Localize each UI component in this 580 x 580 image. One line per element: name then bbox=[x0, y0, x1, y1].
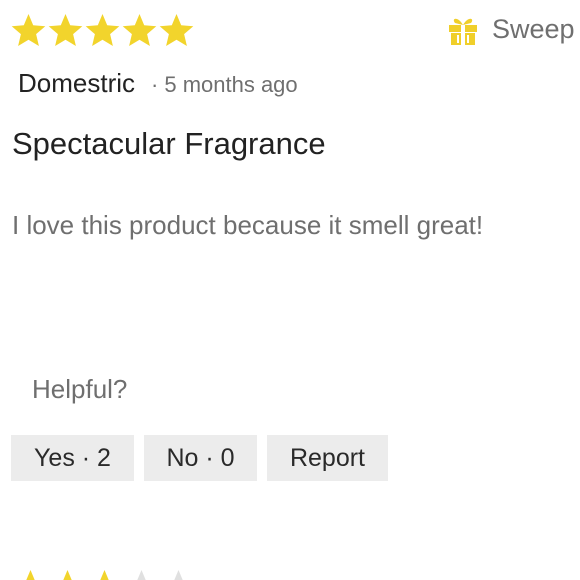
report-button[interactable]: Report bbox=[267, 435, 388, 481]
star-icon bbox=[100, 570, 109, 580]
rating-stars bbox=[10, 12, 195, 49]
helpful-prompt: Helpful? bbox=[32, 374, 128, 404]
star-icon bbox=[11, 14, 46, 46]
sweepstakes-label[interactable]: Sweep bbox=[492, 14, 575, 45]
star-icon bbox=[122, 14, 157, 46]
review-author[interactable]: Domestric bbox=[18, 68, 135, 99]
sweepstakes-badge: Sweep bbox=[446, 12, 575, 46]
gift-icon bbox=[449, 18, 477, 45]
star-icon bbox=[63, 570, 72, 580]
star-icon bbox=[137, 570, 146, 580]
next-review-rating-stars bbox=[12, 568, 197, 580]
star-icon bbox=[48, 14, 83, 46]
helpful-buttons: Yes · 2 No · 0 Report bbox=[11, 435, 388, 481]
review-meta: Domestric · 5 months ago bbox=[18, 68, 298, 99]
star-icon bbox=[159, 14, 194, 46]
helpful-yes-button[interactable]: Yes · 2 bbox=[11, 435, 134, 481]
meta-separator: · bbox=[151, 72, 159, 97]
review-body: I love this product because it smell gre… bbox=[12, 210, 484, 240]
review-title: Spectacular Fragrance bbox=[12, 126, 326, 161]
star-icon bbox=[85, 14, 120, 46]
helpful-no-button[interactable]: No · 0 bbox=[144, 435, 257, 481]
review-time: 5 months ago bbox=[164, 72, 298, 97]
star-icon bbox=[174, 570, 183, 580]
star-icon bbox=[26, 570, 35, 580]
review-card: Sweep Domestric · 5 months ago Spectacul… bbox=[0, 0, 580, 580]
